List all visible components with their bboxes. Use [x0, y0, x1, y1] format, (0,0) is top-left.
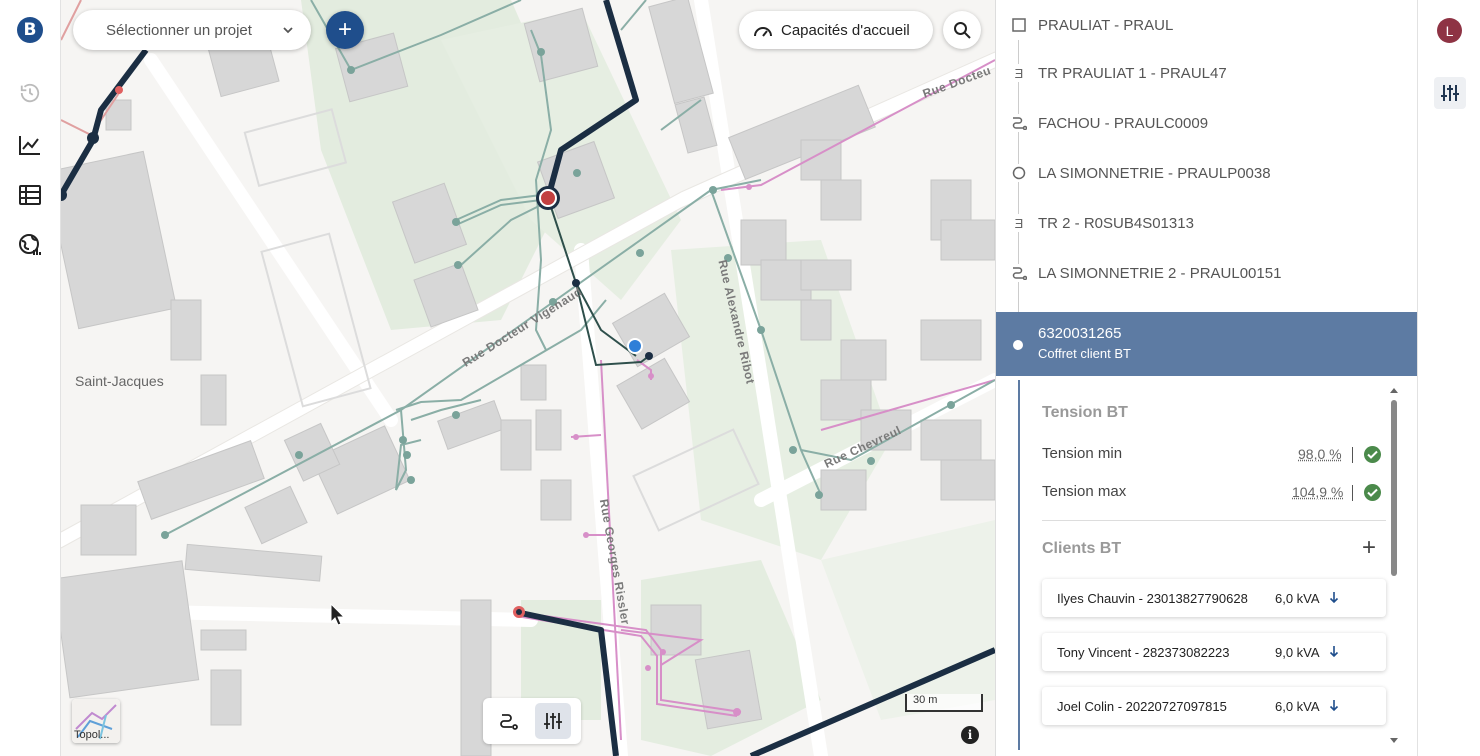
- selected-item[interactable]: 6320031265 Coffret client BT: [996, 312, 1418, 376]
- table-icon[interactable]: [14, 179, 46, 211]
- scroll-thumb[interactable]: [1391, 400, 1397, 576]
- capacity-button[interactable]: Capacités d'accueil: [739, 11, 933, 49]
- filled-circle-icon: [1013, 340, 1023, 350]
- search-icon: [954, 22, 971, 39]
- tension-max-label: Tension max: [1042, 483, 1127, 500]
- tree-item-transformer[interactable]: Ǝ TR PRAULIAT 1 - PRAUL47: [996, 48, 1418, 98]
- scroll-down-icon[interactable]: [1389, 737, 1399, 745]
- scroll-up-icon[interactable]: [1389, 386, 1399, 394]
- info-icon[interactable]: i: [961, 726, 979, 744]
- client-card[interactable]: Joel Colin - 20220727097815 6,0 kVA: [1042, 687, 1386, 725]
- sliders-icon: [1441, 85, 1459, 101]
- tree-item-label: TR 2 - R0SUB4S01313: [1038, 214, 1194, 232]
- check-icon: [1364, 446, 1381, 463]
- layer-thumbnail-label: Topol...: [74, 729, 110, 741]
- route-icon: [1010, 264, 1028, 282]
- square-icon: [1010, 16, 1028, 34]
- tree-item-poste[interactable]: PRAULIAT - PRAUL: [996, 0, 1418, 50]
- settings-button[interactable]: [1434, 77, 1466, 109]
- detail-scrollbar[interactable]: [1389, 386, 1399, 746]
- client-name: Ilyes Chauvin - 23013827790628: [1057, 590, 1248, 606]
- tree-item-node[interactable]: LA SIMONNETRIE - PRAULP0038: [996, 148, 1418, 198]
- tree-item-transformer[interactable]: Ǝ TR 2 - R0SUB4S01313: [996, 198, 1418, 248]
- tension-min-value[interactable]: 98,0 %: [1298, 446, 1342, 462]
- chevron-down-icon: [283, 27, 293, 34]
- project-select[interactable]: Sélectionner un projet: [73, 10, 311, 50]
- add-project-button[interactable]: +: [326, 11, 364, 49]
- transformer-icon: Ǝ: [1010, 64, 1028, 82]
- clients-section-title: Clients BT: [1042, 540, 1122, 557]
- divider: [1042, 520, 1386, 521]
- check-icon: [1364, 484, 1381, 501]
- project-select-placeholder: Sélectionner un projet: [106, 21, 252, 39]
- tree-item-label: FACHOU - PRAULC0009: [1038, 114, 1209, 132]
- app-root: B Rue Docteur Vigenaud Rue Alexandre Rib…: [0, 0, 1480, 756]
- network-route-icon: [500, 714, 518, 730]
- capacity-label: Capacités d'accueil: [781, 21, 910, 39]
- client-power: 6,0 kVA: [1275, 698, 1320, 714]
- tension-max-value[interactable]: 104,9 %: [1292, 484, 1343, 500]
- tree-item-feeder[interactable]: LA SIMONNETRIE 2 - PRAUL00151: [996, 248, 1418, 298]
- add-client-button[interactable]: +: [1362, 536, 1376, 560]
- layer-thumbnail[interactable]: Topol...: [72, 699, 120, 743]
- sliders-icon: [544, 713, 562, 729]
- tension-section-title: Tension BT: [1042, 404, 1128, 421]
- left-nav: B: [0, 0, 61, 756]
- app-logo[interactable]: B: [17, 17, 43, 43]
- map-view[interactable]: Rue Docteur Vigenaud Rue Alexandre Ribot…: [61, 0, 995, 756]
- client-card[interactable]: Tony Vincent - 282373082223 9,0 kVA: [1042, 633, 1386, 671]
- gauge-icon: [754, 27, 772, 37]
- tree-item-label: TR PRAULIAT 1 - PRAUL47: [1038, 64, 1227, 82]
- separator: [1352, 447, 1353, 463]
- place-label: Saint-Jacques: [75, 373, 164, 389]
- tree-item-label: PRAULIAT - PRAUL: [1038, 16, 1174, 34]
- circle-icon: [1010, 164, 1028, 182]
- search-button[interactable]: [943, 11, 981, 49]
- map-scale: 30 m: [905, 694, 983, 712]
- selected-item-id: 6320031265: [1038, 325, 1122, 342]
- client-power: 9,0 kVA: [1275, 644, 1320, 660]
- separator: [1352, 485, 1353, 501]
- detail-panel: Tension BT Tension min 98,0 % Tension ma…: [1018, 380, 1396, 750]
- chart-icon[interactable]: [14, 129, 46, 161]
- route-icon: [1010, 114, 1028, 132]
- transformer-icon: Ǝ: [1010, 214, 1028, 232]
- arrow-down-icon: [1329, 646, 1339, 658]
- arrow-down-icon: [1329, 700, 1339, 712]
- client-power: 6,0 kVA: [1275, 590, 1320, 606]
- tree-item-label: LA SIMONNETRIE - PRAULP0038: [1038, 164, 1271, 182]
- arrow-down-icon: [1329, 592, 1339, 604]
- history-icon[interactable]: [14, 77, 46, 109]
- filters-tool-button[interactable]: [535, 703, 571, 739]
- network-panel: PRAULIAT - PRAUL Ǝ TR PRAULIAT 1 - PRAUL…: [995, 0, 1418, 756]
- tension-min-label: Tension min: [1042, 445, 1123, 462]
- client-card[interactable]: Ilyes Chauvin - 23013827790628 6,0 kVA: [1042, 579, 1386, 617]
- avatar[interactable]: L: [1437, 18, 1462, 43]
- mouse-cursor-icon: [330, 603, 346, 626]
- client-name: Joel Colin - 20220727097815: [1057, 698, 1227, 714]
- tree-item-label: LA SIMONNETRIE 2 - PRAUL00151: [1038, 264, 1282, 282]
- network-tool-button[interactable]: [491, 703, 527, 739]
- globe-chart-icon[interactable]: [14, 229, 46, 261]
- tree-item-feeder[interactable]: FACHOU - PRAULC0009: [996, 98, 1418, 148]
- right-toolbar: L: [1417, 0, 1480, 756]
- selected-item-type: Coffret client BT: [1038, 346, 1131, 361]
- client-name: Tony Vincent - 282373082223: [1057, 644, 1230, 660]
- map-toolbar: [483, 698, 581, 744]
- map-canvas: [61, 0, 995, 756]
